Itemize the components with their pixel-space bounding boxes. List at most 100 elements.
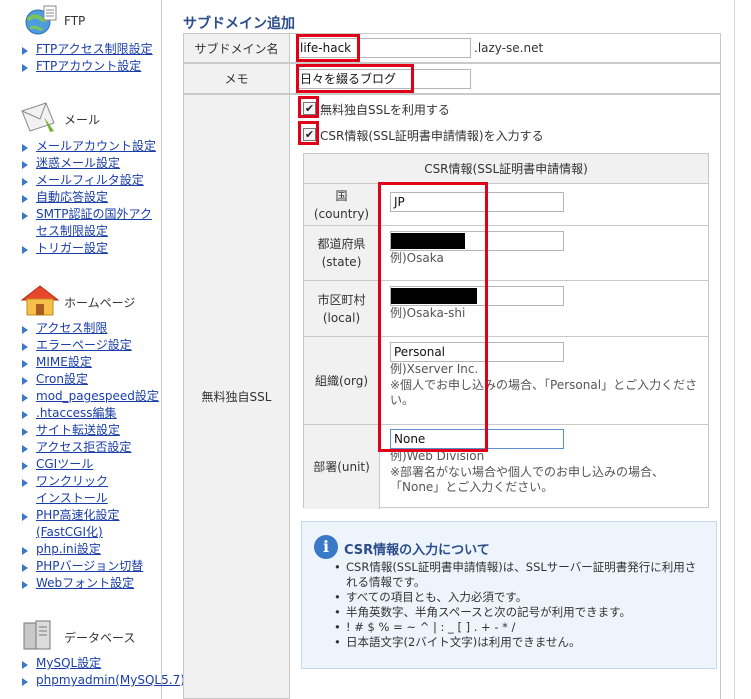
sidebar-item-php-ini[interactable]: php.ini設定 (0, 541, 162, 558)
ssl-label: 無料独自SSL (183, 94, 290, 699)
sidebar-item-ftp-account[interactable]: FTPアカウント設定 (0, 58, 162, 75)
arrow-right-icon (22, 144, 28, 152)
sidebar-item-trigger[interactable]: トリガー設定 (0, 240, 162, 257)
arrow-right-icon (22, 445, 28, 453)
sidebar-link[interactable]: PHPバージョン切替 (36, 559, 143, 573)
sidebar-item-phpmyadmin[interactable]: phpmyadmin(MySQL5.7) (0, 672, 185, 689)
highlight-box (298, 96, 319, 118)
arrow-right-icon (22, 326, 28, 334)
highlight-box (296, 64, 414, 93)
arrow-right-icon (22, 195, 28, 203)
sidebar-item-ftp-access-limit[interactable]: FTPアクセス制限設定 (0, 41, 162, 58)
sidebar-item-mysql[interactable]: MySQL設定 (0, 655, 162, 672)
sidebar-link[interactable]: Webフォント設定 (36, 576, 134, 590)
sidebar-link[interactable]: CGIツール (36, 457, 93, 471)
sidebar-section-header: FTP (0, 4, 162, 36)
arrow-right-icon (22, 343, 28, 351)
sidebar-section-header: ホームページ (0, 284, 162, 316)
page-scrollbar[interactable] (721, 0, 751, 699)
sidebar-section-header: メール (0, 101, 162, 133)
sidebar-item-access-deny[interactable]: アクセス拒否設定 (0, 439, 162, 456)
sidebar-item-spam[interactable]: 迷惑メール設定 (0, 155, 162, 172)
home-icon (20, 285, 60, 316)
sidebar-item-pagespeed[interactable]: mod_pagespeed設定 (0, 388, 162, 405)
sidebar-item-cron[interactable]: Cron設定 (0, 371, 162, 388)
page-title: サブドメイン追加 (183, 16, 295, 32)
sidebar-link[interactable]: FTPアカウント設定 (36, 59, 141, 73)
sidebar-link[interactable]: サイト転送設定 (36, 423, 120, 437)
sidebar-link[interactable]: .htaccess編集 (36, 406, 117, 420)
arrow-right-icon (22, 513, 28, 521)
sidebar-item-mail-account[interactable]: メールアカウント設定 (0, 138, 162, 155)
sidebar-item-one-click[interactable]: ワンクリックインストール (0, 473, 120, 507)
info-item: 日本語文字(2バイト文字)は利用できません。 (332, 635, 702, 650)
info-item: すべての項目とも、入力必須です。 (332, 590, 702, 605)
arrow-right-icon (22, 47, 28, 55)
sidebar-link[interactable]: アクセス拒否設定 (36, 440, 131, 454)
info-title: CSR情報の入力について (344, 543, 490, 558)
country-sublabel: (country) (313, 206, 370, 221)
sidebar-link[interactable]: mod_pagespeed設定 (36, 389, 159, 403)
sidebar-item-auto-reply[interactable]: 自動応答設定 (0, 189, 162, 206)
sidebar-item-site-redirect[interactable]: サイト転送設定 (0, 422, 162, 439)
csr-input-label: CSR情報(SSL証明書申請情報)を入力する (320, 129, 544, 143)
sidebar-link[interactable]: FTPアクセス制限設定 (36, 42, 153, 56)
sidebar-link[interactable]: エラーページ設定 (36, 338, 132, 352)
info-icon: i (314, 535, 338, 559)
memo-label: メモ (183, 63, 290, 94)
sidebar-item-mail-filter[interactable]: メールフィルタ設定 (0, 172, 162, 189)
sidebar-link[interactable]: MIME設定 (36, 355, 92, 369)
state-sublabel: (state) (321, 255, 362, 269)
sidebar-section-title: メール (64, 113, 101, 127)
csr-unit-label: 部署(unit) (304, 425, 380, 509)
csr-org-label: 組織(org) (304, 337, 380, 425)
scrollbar-track (734, 0, 735, 699)
org-label: 組織(org) (314, 373, 369, 388)
sidebar-link[interactable]: アクセス制限 (36, 321, 107, 335)
sidebar-section-title: ホームページ (64, 296, 136, 310)
sidebar-item-mime[interactable]: MIME設定 (0, 354, 162, 371)
arrow-right-icon (22, 246, 28, 254)
sidebar-link[interactable]: メールアカウント設定 (36, 139, 156, 153)
main-content: サブドメイン追加 サブドメイン名 life-hack .lazy-se.net … (163, 0, 751, 699)
sidebar-item-access-limit[interactable]: アクセス制限 (0, 320, 162, 337)
sidebar-section-ftp: FTP FTPアクセス制限設定 FTPアカウント設定 (0, 4, 162, 75)
arrow-right-icon (22, 161, 28, 169)
sidebar-item-htaccess[interactable]: .htaccess編集 (0, 405, 162, 422)
arrow-right-icon (22, 678, 28, 686)
unit-label: 部署(unit) (313, 460, 370, 474)
sidebar-section-mail: メール メールアカウント設定 迷惑メール設定 メールフィルタ設定 自動応答設定 … (0, 101, 162, 257)
sidebar-link[interactable]: トリガー設定 (36, 241, 108, 255)
sidebar-item-cgi-tool[interactable]: CGIツール (0, 456, 162, 473)
state-label: 都道府県 (317, 237, 366, 251)
database-icon (23, 620, 51, 650)
csr-table: CSR情報(SSL証明書申請情報) 国 (country) JP 都道府県 (s… (303, 153, 709, 509)
mail-envelope-icon (21, 102, 55, 132)
sidebar-item-smtp-limit[interactable]: SMTP認証の国外アクセス制限設定 (0, 206, 160, 240)
arrow-right-icon (22, 428, 28, 436)
arrow-right-icon (22, 212, 28, 220)
local-sublabel: (local) (322, 310, 361, 325)
sidebar-item-web-font[interactable]: Webフォント設定 (0, 575, 162, 592)
sidebar-link[interactable]: ワンクリックインストール (36, 474, 108, 505)
sidebar-link[interactable]: メールフィルタ設定 (36, 173, 144, 187)
highlight-box (296, 34, 360, 62)
csr-state-label: 都道府県 (state) (304, 226, 380, 281)
sidebar-link[interactable]: SMTP認証の国外アクセス制限設定 (36, 207, 152, 238)
arrow-right-icon (22, 462, 28, 470)
csr-info-box: i CSR情報の入力について CSR情報(SSL証明書申請情報)は、SSLサーバ… (301, 521, 717, 669)
info-item: ! # $ % = ~ ^ | : _ [ ] . + - * / (332, 620, 702, 635)
sidebar-item-php-version[interactable]: PHPバージョン切替 (0, 558, 162, 575)
sidebar-link[interactable]: MySQL設定 (36, 656, 101, 670)
sidebar-item-fastcgi[interactable]: PHP高速化設定(FastCGI化) (0, 507, 140, 541)
sidebar-link[interactable]: Cron設定 (36, 372, 88, 386)
sidebar-link[interactable]: php.ini設定 (36, 542, 101, 556)
sidebar-section-header: データベース (0, 619, 162, 651)
sidebar-link[interactable]: 自動応答設定 (36, 190, 108, 204)
sidebar-link[interactable]: 迷惑メール設定 (36, 156, 120, 170)
arrow-right-icon (22, 178, 28, 186)
unit-note: ※部署名がない場合や個人でのお申し込みの場合、「None」とご入力ください。 (390, 465, 665, 494)
sidebar-link[interactable]: PHP高速化設定(FastCGI化) (36, 508, 120, 539)
arrow-right-icon (22, 564, 28, 572)
sidebar-item-error-page[interactable]: エラーページ設定 (0, 337, 162, 354)
